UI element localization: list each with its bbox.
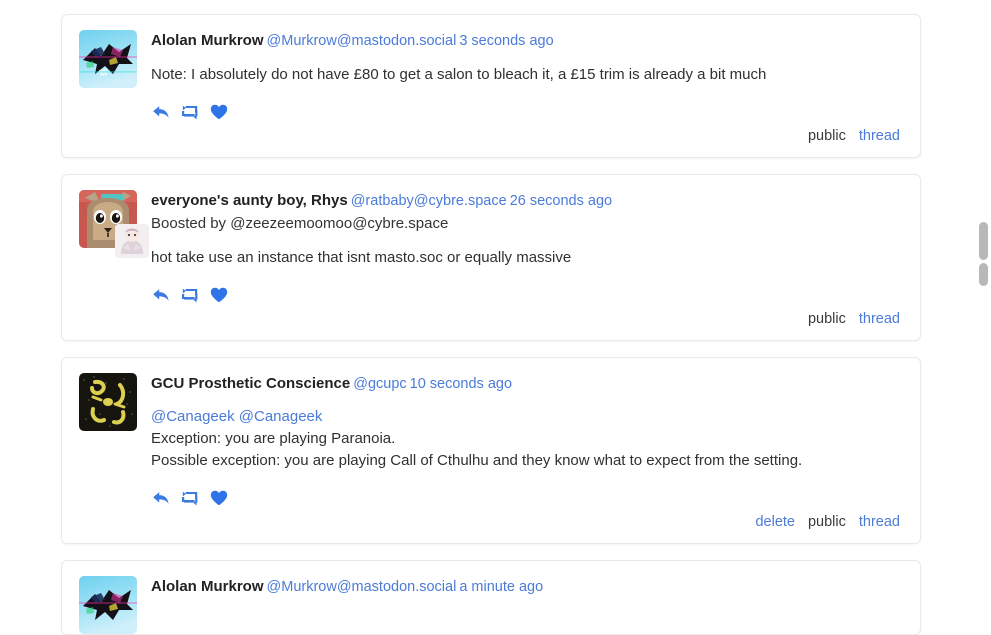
status-main: Alolan Murkrow @Murkrow@mastodon.social a … — [151, 576, 903, 599]
status-meta: public thread — [151, 311, 903, 327]
status-main: GCU Prosthetic Conscience @gcupc 10 second… — [151, 373, 903, 530]
visibility-label: public — [807, 311, 846, 327]
boost-icon[interactable] — [180, 286, 199, 305]
action-icons — [151, 489, 228, 508]
status-content: Note: I absolutely do not have £80 to ge… — [151, 66, 767, 83]
avatar-wrapper — [79, 373, 137, 431]
thread-link[interactable]: thread — [859, 311, 900, 327]
favourite-icon[interactable] — [209, 103, 228, 122]
status-main: everyone's aunty boy, Rhys @ratbaby@cybre… — [151, 190, 903, 327]
display-name[interactable]: Alolan Murkrow — [151, 32, 264, 49]
action-row — [151, 488, 903, 508]
boost-icon[interactable] — [180, 489, 199, 508]
status-content: @Canageek @Canageek Exception: you are p… — [151, 406, 903, 472]
status-card[interactable]: everyone's aunty boy, Rhys @ratbaby@cybre… — [61, 174, 921, 341]
timestamp[interactable]: a minute ago — [459, 579, 543, 595]
status-header: Alolan Murkrow @Murkrow@mastodon.social a … — [151, 577, 903, 597]
timestamp[interactable]: 10 seconds ago — [410, 376, 512, 392]
status-card[interactable]: Alolan Murkrow @Murkrow@mastodon.social 3 … — [61, 14, 921, 158]
status-body: Alolan Murkrow @Murkrow@mastodon.social a … — [79, 576, 903, 634]
status-content: hot take use an instance that isnt masto… — [151, 249, 572, 266]
booster-avatar[interactable] — [115, 224, 149, 258]
reply-icon[interactable] — [151, 103, 170, 122]
avatar[interactable] — [79, 576, 137, 634]
thread-link[interactable]: thread — [859, 514, 900, 530]
action-row — [151, 102, 903, 122]
booster-handle[interactable]: @zeezeemoomoo@cybre.space — [230, 215, 448, 232]
thread-link[interactable]: thread — [859, 128, 900, 144]
favourite-icon[interactable] — [209, 489, 228, 508]
timestamp[interactable]: 3 seconds ago — [459, 33, 553, 49]
scrollbar[interactable] — [977, 0, 991, 557]
content-line: Exception: you are playing Paranoia. — [151, 430, 396, 447]
boosted-by: Boosted by @zeezeemoomoo@cybre.space — [151, 213, 903, 234]
action-row — [151, 285, 903, 305]
delete-link[interactable]: delete — [755, 514, 795, 530]
action-icons — [151, 103, 228, 122]
favourite-icon[interactable] — [209, 286, 228, 305]
mention-line[interactable]: @Canageek @Canageek — [151, 406, 903, 428]
display-name[interactable]: everyone's aunty boy, Rhys — [151, 192, 348, 209]
scrollbar-thumb-secondary[interactable] — [979, 263, 988, 286]
boost-icon[interactable] — [180, 103, 199, 122]
account-handle[interactable]: @Murkrow@mastodon.social — [267, 33, 457, 49]
account-handle[interactable]: @ratbaby@cybre.space — [351, 193, 507, 209]
avatar[interactable] — [79, 373, 137, 431]
reply-icon[interactable] — [151, 286, 170, 305]
avatar-wrapper — [79, 30, 137, 88]
avatar-wrapper — [79, 576, 137, 634]
status-meta: delete public thread — [151, 514, 903, 530]
content-line: Possible exception: you are playing Call… — [151, 452, 803, 469]
status-header: Alolan Murkrow @Murkrow@mastodon.social 3 … — [151, 31, 903, 51]
status-body: GCU Prosthetic Conscience @gcupc 10 second… — [79, 373, 903, 530]
boosted-by-prefix: Boosted by — [151, 215, 227, 232]
status-header: everyone's aunty boy, Rhys @ratbaby@cybre… — [151, 191, 903, 211]
visibility-label: public — [807, 514, 846, 530]
status-card[interactable]: GCU Prosthetic Conscience @gcupc 10 second… — [61, 357, 921, 544]
action-icons — [151, 286, 228, 305]
status-card[interactable]: Alolan Murkrow @Murkrow@mastodon.social a … — [61, 560, 921, 635]
status-body: everyone's aunty boy, Rhys @ratbaby@cybre… — [79, 190, 903, 327]
status-main: Alolan Murkrow @Murkrow@mastodon.social 3 … — [151, 30, 903, 144]
account-handle[interactable]: @gcupc — [353, 376, 406, 392]
timestamp[interactable]: 26 seconds ago — [510, 193, 612, 209]
status-header: GCU Prosthetic Conscience @gcupc 10 second… — [151, 374, 903, 394]
display-name[interactable]: GCU Prosthetic Conscience — [151, 375, 350, 392]
reply-icon[interactable] — [151, 489, 170, 508]
display-name[interactable]: Alolan Murkrow — [151, 578, 264, 595]
account-handle[interactable]: @Murkrow@mastodon.social — [267, 579, 457, 595]
timeline: Alolan Murkrow @Murkrow@mastodon.social 3 … — [0, 0, 991, 635]
status-meta: public thread — [151, 128, 903, 144]
scrollbar-thumb[interactable] — [979, 222, 988, 260]
status-body: Alolan Murkrow @Murkrow@mastodon.social 3 … — [79, 30, 903, 144]
avatar[interactable] — [79, 30, 137, 88]
avatar-wrapper — [79, 190, 149, 258]
visibility-label: public — [807, 128, 846, 144]
